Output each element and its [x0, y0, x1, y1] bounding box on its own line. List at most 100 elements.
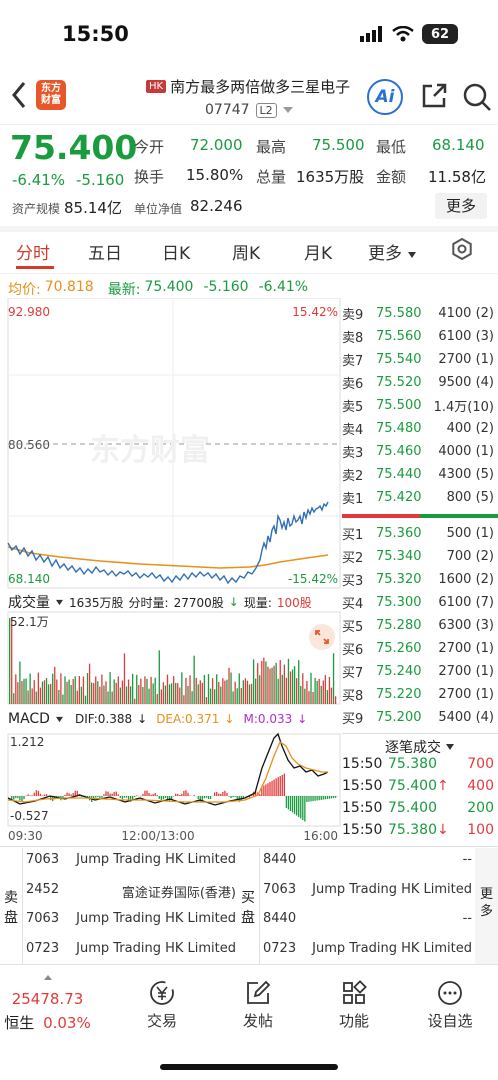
volume-bar: [84, 695, 87, 704]
grid-icon: [343, 980, 367, 1004]
volume-bar: [78, 676, 80, 704]
tab-indicator: [16, 266, 54, 269]
macd-bar: [312, 796, 314, 802]
macd-bar: [19, 796, 21, 801]
volume-bar: [166, 674, 169, 704]
volume-bar: [101, 674, 103, 704]
nav-trade[interactable]: 交易: [122, 980, 202, 1031]
index-value: 25478.73: [11, 990, 84, 1008]
macd-bar: [21, 796, 23, 802]
tab-intraday[interactable]: 分时: [16, 239, 50, 264]
ask-row[interactable]: 卖3 75.460 4000 (1): [342, 440, 498, 462]
ask-row[interactable]: 卖6 75.520 9500 (4): [342, 371, 498, 393]
nav-post[interactable]: 发帖: [218, 980, 298, 1031]
tab-daily-k[interactable]: 日K: [162, 239, 190, 264]
bid-row[interactable]: 买9 75.200 5400 (4): [342, 706, 498, 728]
nav-divider: [0, 964, 498, 965]
macd-bar: [68, 793, 70, 796]
spread-bar-green: [420, 514, 498, 518]
ask-row[interactable]: 卖8 75.560 6100 (3): [342, 325, 498, 347]
buy-broker-row[interactable]: 8440 --: [263, 911, 472, 926]
volume-max-label: 52.1万: [10, 615, 49, 629]
macd-header: MACD DIF:0.388 ↓ DEA:0.371 ↓ M:0.033 ↓: [8, 711, 307, 727]
buy-broker-row[interactable]: 7063 Jump Trading HK Limited: [263, 882, 472, 897]
volume-bar: [218, 681, 220, 704]
down-arrow-icon: ↓: [137, 712, 148, 726]
ask-row[interactable]: 卖1 75.420 800 (5): [342, 486, 498, 508]
nav-functions[interactable]: 功能: [314, 980, 394, 1031]
ask-row[interactable]: 卖2 75.440 4300 (5): [342, 463, 498, 485]
sell-broker-row[interactable]: 0723 Jump Trading HK Limited: [26, 941, 236, 956]
more-quote-button[interactable]: 更多: [435, 193, 487, 219]
back-button[interactable]: [10, 80, 28, 118]
buy-broker-row[interactable]: 8440 --: [263, 852, 472, 867]
bid-row[interactable]: 买6 75.260 2700 (1): [342, 637, 498, 659]
volume-bar: [140, 678, 142, 704]
volume-bar: [162, 682, 165, 704]
ask-row[interactable]: 卖5 75.500 1.4万(10): [342, 394, 498, 416]
volume-bar: [158, 650, 160, 704]
macd-bar: [332, 796, 335, 799]
macd-bar: [273, 779, 275, 796]
time-axis-mid: 12:00/13:00: [121, 829, 194, 843]
bid-row[interactable]: 买3 75.320 1600 (2): [342, 568, 498, 590]
broker-more-button[interactable]: 更多: [475, 848, 498, 964]
macd-bar: [236, 796, 238, 800]
macd-indicator-select[interactable]: MACD: [8, 711, 50, 727]
macd-bar: [111, 793, 113, 796]
ask-row[interactable]: 卖4 75.480 400 (2): [342, 417, 498, 439]
bid-row[interactable]: 买2 75.340 700 (2): [342, 545, 498, 567]
volume-bar: [185, 677, 187, 704]
intraday-chart: 东方财富 92.980 15.42% 80.560 68.140 -15.42%…: [7, 298, 341, 843]
volume-bar: [261, 660, 263, 704]
bid-row[interactable]: 买8 75.220 2700 (1): [342, 683, 498, 705]
macd-bar: [183, 790, 185, 796]
bid-row[interactable]: 买4 75.300 6100 (7): [342, 591, 498, 613]
volume-value: 1635万股: [296, 168, 365, 186]
buy-broker-row[interactable]: 0723 Jump Trading HK Limited: [263, 941, 472, 956]
bid-volume: 6300 (3): [438, 617, 494, 633]
tab-five-day[interactable]: 五日: [88, 239, 122, 264]
nav-value: 82.246: [190, 197, 243, 215]
ticks-header[interactable]: 逐笔成交: [342, 734, 498, 757]
nav-add-watchlist[interactable]: 设自选: [410, 980, 490, 1031]
bid-row[interactable]: 买7 75.240 2700 (1): [342, 660, 498, 682]
volume-bar: [324, 675, 326, 704]
avg-label: 均价:: [8, 282, 41, 298]
ask-price: 75.500: [376, 397, 422, 413]
volume-bar: [132, 673, 134, 704]
volume-bar: [257, 663, 259, 704]
sell-broker-row[interactable]: 2452 富途证券国际(香港): [26, 882, 236, 901]
ask-row[interactable]: 卖7 75.540 2700 (1): [342, 348, 498, 370]
stock-code-row[interactable]: 07747 L2: [205, 102, 294, 118]
volume-bar: [107, 691, 109, 704]
ask-row[interactable]: 卖9 75.580 4100 (2): [342, 302, 498, 324]
macd-bar: [279, 776, 281, 796]
bid-level-label: 买6: [342, 642, 364, 658]
volume-bar: [300, 685, 302, 704]
ask-level-label: 卖2: [342, 468, 364, 484]
bid-price: 75.340: [376, 548, 422, 564]
volume-indicator-select[interactable]: 成交量: [8, 592, 50, 612]
broker-name: 富途证券国际(香港): [121, 885, 236, 901]
share-icon[interactable]: [420, 82, 448, 110]
expand-chart-button[interactable]: [309, 624, 335, 650]
ai-button[interactable]: Ai: [367, 79, 403, 115]
volume-bar: [72, 678, 74, 704]
search-icon[interactable]: [462, 82, 492, 112]
last-change: -5.160: [203, 279, 249, 295]
volume-bar: [136, 674, 138, 704]
tab-monthly-k[interactable]: 月K: [304, 239, 332, 264]
bid-row[interactable]: 买1 75.360 500 (1): [342, 522, 498, 544]
ask-volume: 6100 (3): [438, 328, 494, 344]
tab-weekly-k[interactable]: 周K: [232, 239, 260, 264]
tab-more[interactable]: 更多: [368, 239, 417, 264]
sell-broker-row[interactable]: 7063 Jump Trading HK Limited: [26, 911, 236, 926]
volume-bar: [250, 683, 253, 704]
bid-row[interactable]: 买5 75.280 6300 (3): [342, 614, 498, 636]
index-widget[interactable]: 25478.73 恒生 0.03%: [0, 974, 95, 1033]
sell-broker-row[interactable]: 7063 Jump Trading HK Limited: [26, 852, 236, 867]
settings-icon[interactable]: [451, 238, 473, 260]
volume-bar: [308, 691, 310, 704]
nav-add-watchlist-label: 设自选: [427, 1012, 473, 1030]
